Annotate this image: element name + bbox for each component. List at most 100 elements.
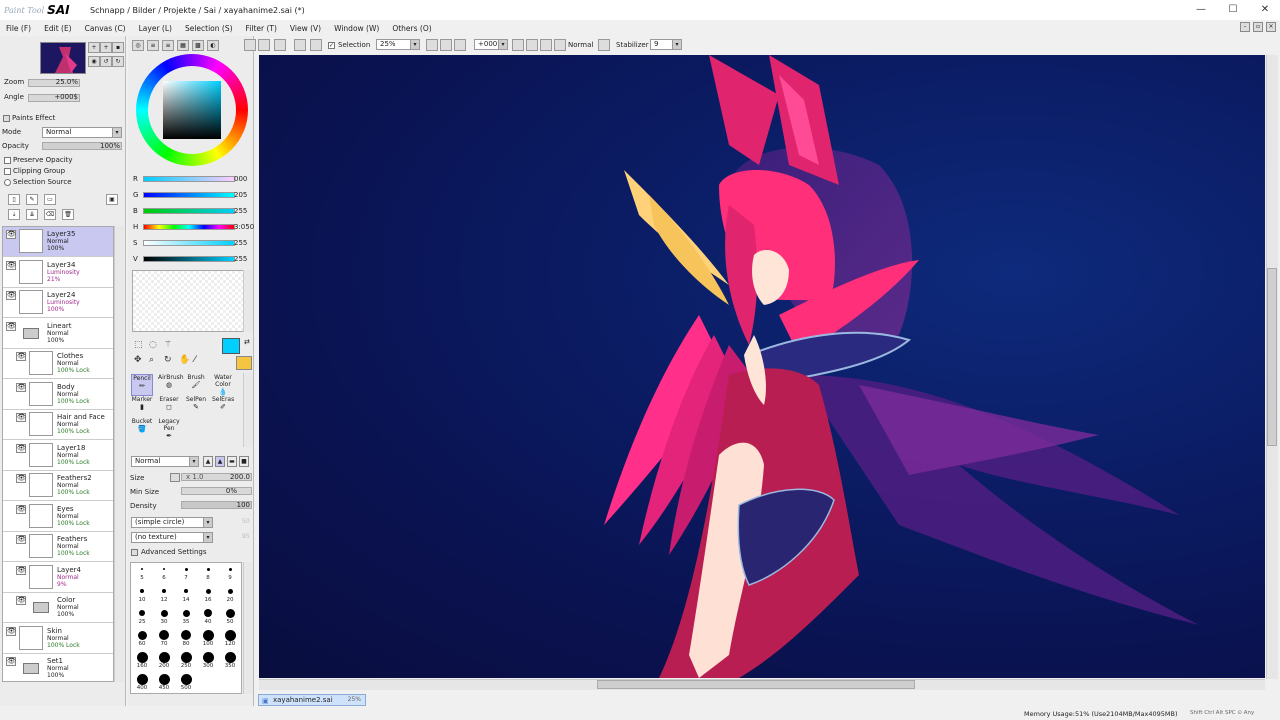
- brush-grid-scrollbar[interactable]: [243, 562, 253, 694]
- layer-row[interactable]: 👁 Clothes Normal 100% Lock: [3, 349, 113, 379]
- brush-size-dot[interactable]: [206, 567, 210, 571]
- eye-icon[interactable]: 👁: [16, 474, 26, 483]
- brush-size-dot[interactable]: [163, 568, 165, 570]
- color-mixer-mode-icon[interactable]: ◐: [207, 40, 219, 51]
- close-button[interactable]: ✕: [1250, 2, 1280, 18]
- zoom-in-icon[interactable]: [440, 39, 452, 51]
- minimize-button[interactable]: —: [1186, 2, 1216, 18]
- brush-size-dot[interactable]: [181, 630, 191, 640]
- eye-icon[interactable]: 👁: [6, 291, 16, 300]
- menu-file[interactable]: File (F): [6, 24, 31, 33]
- layer-row[interactable]: 👁 Eyes Normal 100% Lock: [3, 501, 113, 532]
- preserve-opacity-checkbox[interactable]: [4, 157, 11, 164]
- layer-list-scrollbar[interactable]: [114, 226, 124, 682]
- color-slider[interactable]: [143, 240, 235, 246]
- eye-icon[interactable]: 👁: [6, 260, 16, 270]
- toolbar-zoom-select[interactable]: 25% ▾: [376, 39, 420, 50]
- brush-edge-flat-icon[interactable]: ■: [239, 456, 249, 467]
- layer-row[interactable]: 👁 Layer18 Normal 100% Lock: [3, 440, 113, 471]
- new-folder-icon[interactable]: ▭: [44, 194, 56, 205]
- menu-filter[interactable]: Filter (T): [246, 24, 277, 33]
- mdi-minimize-icon[interactable]: –: [1240, 22, 1250, 32]
- menu-window[interactable]: Window (W): [334, 24, 379, 33]
- color-slider[interactable]: [143, 176, 235, 182]
- layer-row[interactable]: 👁 Feathers2 Normal 100% Lock: [3, 471, 113, 501]
- navigator-thumbnail[interactable]: [40, 42, 86, 74]
- nav-rotate-left-icon[interactable]: ↺: [100, 56, 112, 67]
- clipping-group-checkbox[interactable]: [4, 168, 11, 175]
- maximize-button[interactable]: ☐: [1218, 2, 1248, 18]
- selection-source-checkbox[interactable]: [4, 179, 11, 186]
- menu-canvas[interactable]: Canvas (C): [85, 24, 126, 33]
- magic-wand-icon[interactable]: ⚚: [164, 340, 172, 350]
- eye-icon[interactable]: 👁: [6, 321, 16, 331]
- paints-effect-expand-icon[interactable]: [3, 115, 10, 122]
- rotate-tool-icon[interactable]: ↻: [164, 355, 172, 365]
- nav-zoom-out-icon[interactable]: +: [100, 42, 112, 53]
- lasso-icon[interactable]: ◌: [149, 340, 157, 350]
- layer-row[interactable]: 👁 Skin Normal 100% Lock: [3, 623, 113, 654]
- stabilizer-select[interactable]: 9 ▾: [650, 39, 682, 50]
- brush-edge-mid-icon[interactable]: ▲: [215, 456, 225, 467]
- brush-size-dot[interactable]: [227, 588, 233, 594]
- brush-size-dot[interactable]: [184, 567, 188, 571]
- toolbar-menu-icon[interactable]: [244, 39, 256, 51]
- layer-row[interactable]: 👁 Set1 Normal 100%: [3, 654, 113, 681]
- brush-size-dot[interactable]: [137, 630, 147, 640]
- toolbar-blend-icon[interactable]: [598, 39, 610, 51]
- primary-color-swatch[interactable]: [222, 338, 240, 354]
- invert-selection-icon[interactable]: [310, 39, 322, 51]
- rect-select-icon[interactable]: ⬚: [134, 340, 143, 350]
- eye-icon[interactable]: 👁: [6, 626, 16, 636]
- eye-icon[interactable]: 👁: [6, 657, 16, 666]
- brush-size-dot[interactable]: [204, 609, 212, 617]
- eye-icon[interactable]: 👁: [16, 352, 26, 361]
- layer-row[interactable]: 👁 Layer24 Luminosity 100%: [3, 288, 113, 318]
- scratch-pad-scrollbar[interactable]: [243, 270, 253, 332]
- nav-fit-icon[interactable]: ▪: [112, 42, 124, 53]
- new-linework-layer-icon[interactable]: ✎: [26, 194, 38, 205]
- eyedropper-icon[interactable]: ⁄: [194, 355, 196, 365]
- color-slider[interactable]: [143, 192, 235, 198]
- color-swatch-mode-icon[interactable]: ▦: [177, 40, 189, 51]
- redo-icon[interactable]: [274, 39, 286, 51]
- layer-row[interactable]: 👁 Body Normal 100% Lock: [3, 379, 113, 410]
- brush-size-dot[interactable]: [225, 608, 235, 618]
- brush-size-dot[interactable]: [159, 630, 169, 640]
- color-slider[interactable]: [143, 224, 235, 230]
- brush-size-dot[interactable]: [162, 589, 166, 593]
- brush-size-dot[interactable]: [180, 673, 192, 685]
- mdi-close-icon[interactable]: ×: [1266, 22, 1276, 32]
- brush-size-dot[interactable]: [139, 610, 145, 616]
- layer-row[interactable]: 👁 Hair and Face Normal 100% Lock: [3, 410, 113, 440]
- rotate-right-icon[interactable]: [526, 39, 538, 51]
- deselect-icon[interactable]: [294, 39, 306, 51]
- canvas-horizontal-scroll-thumb[interactable]: [597, 680, 915, 689]
- brush-size-dot[interactable]: [158, 651, 170, 663]
- layer-row[interactable]: 👁 Color Normal 100%: [3, 593, 113, 623]
- canvas-vertical-scroll-thumb[interactable]: [1267, 268, 1277, 446]
- size-toggle-icon[interactable]: [170, 473, 180, 482]
- brush-size-dot[interactable]: [141, 568, 143, 570]
- menu-layer[interactable]: Layer (L): [139, 24, 172, 33]
- brush-size-dot[interactable]: [224, 629, 236, 641]
- brush-size-dot[interactable]: [158, 673, 170, 685]
- tool-button[interactable]: Legacy Pen ✒: [158, 418, 180, 440]
- hsv-slider-mode-icon[interactable]: ≡: [162, 40, 174, 51]
- brush-size-dot[interactable]: [136, 651, 148, 663]
- selection-visibility-checkbox[interactable]: ✓: [328, 42, 335, 49]
- brush-size-dot[interactable]: [228, 567, 232, 571]
- tool-button[interactable]: Bucket 🪣: [131, 418, 153, 440]
- brush-size-dot[interactable]: [160, 609, 168, 617]
- layer-row[interactable]: 👁 Layer35 Normal 100%: [3, 227, 113, 257]
- nav-zoom-in-icon[interactable]: +: [88, 42, 100, 53]
- hand-tool-icon[interactable]: ✋: [179, 355, 190, 365]
- menu-others[interactable]: Others (O): [392, 24, 431, 33]
- menu-view[interactable]: View (V): [290, 24, 321, 33]
- brush-size-dot[interactable]: [182, 609, 190, 617]
- eye-icon[interactable]: 👁: [16, 413, 26, 422]
- document-tab[interactable]: ▣ xayahanime2.sai 25%: [258, 694, 366, 706]
- undo-icon[interactable]: [258, 39, 270, 51]
- tool-button[interactable]: SelPen ✎: [185, 396, 207, 418]
- eye-icon[interactable]: 👁: [6, 230, 16, 239]
